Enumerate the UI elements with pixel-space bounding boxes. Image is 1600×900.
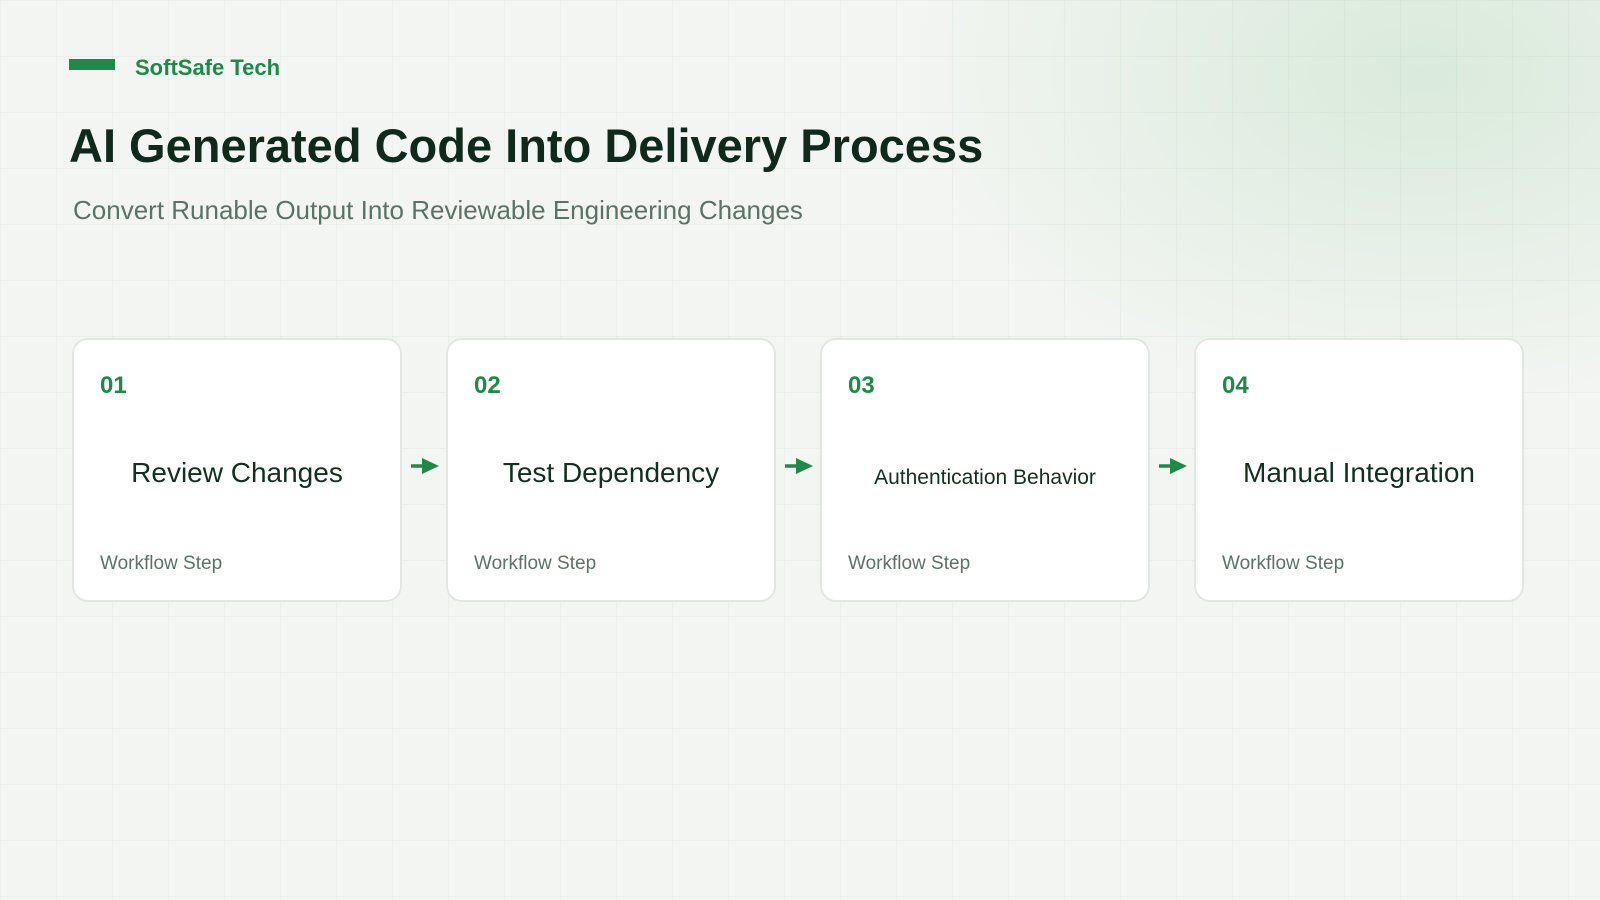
- step-card-2: 02 Test Dependency Workflow Step: [446, 338, 776, 602]
- step-caption: Workflow Step: [474, 553, 597, 574]
- step-caption: Workflow Step: [848, 553, 971, 574]
- step-number: 02: [474, 372, 501, 399]
- step-caption: Workflow Step: [1222, 553, 1345, 574]
- arrow-right-icon: [411, 458, 439, 474]
- page-title: AI Generated Code Into Delivery Process: [69, 119, 984, 172]
- step-title: Manual Integration: [1243, 457, 1475, 488]
- brand-name: SoftSafe Tech: [135, 55, 281, 80]
- page-subtitle: Convert Runable Output Into Reviewable E…: [73, 195, 803, 225]
- step-number: 01: [100, 372, 127, 399]
- step-number: 04: [1222, 372, 1249, 399]
- step-title: Test Dependency: [502, 457, 720, 488]
- step-card-3: 03 Authentication Behavior Workflow Step: [820, 338, 1150, 602]
- arrow-right-icon: [785, 458, 813, 474]
- step-title: Review Changes: [131, 457, 343, 488]
- brand-accent-bar: [69, 59, 115, 70]
- step-card-1: 01 Review Changes Workflow Step: [72, 338, 402, 602]
- step-caption: Workflow Step: [100, 553, 223, 574]
- step-number: 03: [848, 372, 875, 399]
- step-title: Authentication Behavior: [874, 466, 1096, 489]
- step-card-4: 04 Manual Integration Workflow Step: [1194, 338, 1524, 602]
- arrow-right-icon: [1159, 458, 1187, 474]
